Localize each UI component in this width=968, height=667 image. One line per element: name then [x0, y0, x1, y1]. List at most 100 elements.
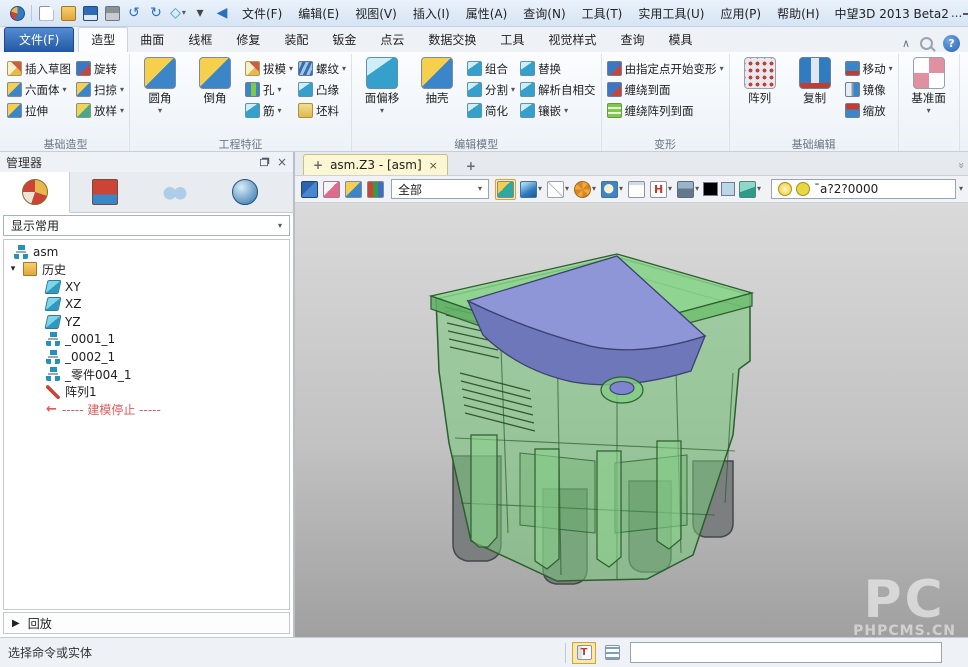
ribbon-tab[interactable]: 钣金	[320, 28, 368, 52]
tree-filter-dropdown[interactable]: 显示常用 ▾	[3, 215, 290, 236]
tree-item[interactable]: asm	[4, 243, 289, 261]
toolbar-overflow-button[interactable]: ...	[951, 4, 962, 22]
ribbon-button-divide[interactable]: 分割▾	[467, 81, 515, 98]
ribbon-button-loft[interactable]: 放样▾	[76, 102, 124, 119]
manager-tab-view-manager[interactable]	[210, 172, 280, 212]
color-black[interactable]	[703, 182, 717, 196]
color-light-blue[interactable]	[721, 182, 735, 196]
ribbon-button-simplify[interactable]: 简化	[467, 102, 515, 119]
new-doc-button[interactable]	[35, 2, 57, 24]
ribbon-button-morph-from-point[interactable]: 由指定点开始变形▾	[607, 60, 724, 77]
manager-tab-assembly-manager[interactable]	[70, 172, 140, 212]
tree-item[interactable]: XY	[4, 278, 289, 296]
tabbar-overflow-icon[interactable]: »	[955, 162, 968, 175]
menu-item[interactable]: 插入(I)	[405, 5, 458, 22]
ribbon-collapse-icon[interactable]: ∧	[902, 37, 910, 50]
tree-item[interactable]: ▾历史	[4, 261, 289, 279]
layer-bar[interactable]: ¯a?2?0000	[771, 179, 956, 199]
column-filter-button[interactable]: T	[572, 642, 596, 664]
ribbon-tab[interactable]: 查询	[608, 28, 656, 52]
tree-item[interactable]: _零件004_1	[4, 366, 289, 384]
ribbon-button-revolve[interactable]: 旋转	[76, 60, 124, 77]
ribbon-tab[interactable]: 工具	[488, 28, 536, 52]
menu-item[interactable]: 帮助(H)	[769, 5, 827, 22]
ribbon-button-extrude[interactable]: 拉伸	[7, 102, 71, 119]
ribbon-button-sweep[interactable]: 扫掠▾	[76, 81, 124, 98]
ribbon-button-chamfer[interactable]: 倒角	[190, 55, 240, 106]
ribbon-tab[interactable]: 点云	[368, 28, 416, 52]
manager-tab-visibility-manager[interactable]	[140, 172, 210, 212]
ribbon-tab[interactable]: 修复	[224, 28, 272, 52]
ribbon-button-rib[interactable]: 筋▾	[245, 102, 293, 119]
customize-toolbar-button[interactable]: ▾	[189, 2, 211, 24]
pick-target-button[interactable]	[344, 180, 363, 199]
eraser-button[interactable]	[322, 180, 341, 199]
ribbon-tab[interactable]: 视觉样式	[536, 28, 608, 52]
ribbon-button-fillet[interactable]: 圆角▾	[135, 55, 185, 115]
ribbon-button-copy[interactable]: 复制	[790, 55, 840, 106]
new-tab-button[interactable]: +	[460, 157, 482, 175]
viewport-3d[interactable]: PC PHPCMS.CN	[295, 203, 968, 637]
ribbon-button-insert-sketch[interactable]: 插入草图	[7, 60, 71, 77]
menu-item[interactable]: 编辑(E)	[290, 5, 347, 22]
ribbon-button-box[interactable]: 六面体▾	[7, 81, 71, 98]
ribbon-button-wrap-pattern-to-face[interactable]: 缠绕阵列到面	[607, 102, 724, 119]
surface-display-button[interactable]: ▾	[738, 180, 762, 199]
ribbon-button-thread[interactable]: 螺纹▾	[298, 60, 346, 77]
ribbon-button-hole[interactable]: 孔▾	[245, 81, 293, 98]
ribbon-button-pattern[interactable]: 阵列	[735, 55, 785, 106]
align-constraint-button[interactable]: H▾	[649, 180, 673, 199]
minimize-button[interactable]	[963, 4, 968, 22]
scene-background-button[interactable]: ▾	[676, 180, 700, 199]
manager-tab-history-manager[interactable]	[0, 172, 70, 213]
ribbon-button-draft[interactable]: 拔模▾	[245, 60, 293, 77]
menu-item[interactable]: 属性(A)	[458, 5, 516, 22]
command-list-button[interactable]	[600, 642, 624, 664]
redo-button[interactable]: ↻	[145, 2, 167, 24]
app-logo-button[interactable]	[6, 2, 28, 24]
manager-float-button[interactable]	[260, 158, 268, 165]
undo-button[interactable]: ↺	[123, 2, 145, 24]
menu-item[interactable]: 视图(V)	[347, 5, 405, 22]
ribbon-button-scale[interactable]: 缩放	[845, 102, 893, 119]
tree-item[interactable]: _0002_1	[4, 348, 289, 366]
ribbon-button-shell[interactable]: 抽壳	[412, 55, 462, 106]
tree-item[interactable]: YZ	[4, 313, 289, 331]
replay-section[interactable]: ▶ 回放	[3, 612, 290, 634]
ribbon-tab[interactable]: 线框	[176, 28, 224, 52]
document-tab[interactable]: + asm.Z3 - [asm] ×	[303, 154, 448, 175]
search-icon[interactable]	[920, 37, 933, 50]
zoom-all-button[interactable]: ▾	[600, 180, 624, 199]
open-file-button[interactable]	[57, 2, 79, 24]
command-input[interactable]	[630, 642, 942, 663]
ribbon-button-datum-plane[interactable]: 基准面▾	[904, 55, 954, 115]
menu-item[interactable]: 实用工具(U)	[630, 5, 712, 22]
tree-item[interactable]: _0001_1	[4, 331, 289, 349]
menu-item[interactable]: 查询(N)	[515, 5, 573, 22]
ribbon-button-mirror[interactable]: 镜像	[845, 81, 893, 98]
shaded-display-button[interactable]: ▾	[519, 180, 543, 199]
wireframe-display-button[interactable]: ▾	[546, 180, 570, 199]
tree-item[interactable]: ←----- 建模停止 -----	[4, 401, 289, 419]
expander-icon[interactable]: ▾	[8, 264, 18, 274]
toolbar-overflow-icon[interactable]: ▾	[959, 185, 963, 193]
tree-item[interactable]: 阵列1	[4, 383, 289, 401]
align-plane-button[interactable]	[495, 179, 516, 200]
save-button[interactable]	[79, 2, 101, 24]
menu-item[interactable]: 应用(P)	[713, 5, 770, 22]
exit-pick-button[interactable]	[300, 180, 319, 199]
ribbon-tab[interactable]: 数据交换	[416, 28, 488, 52]
ribbon-button-inlay[interactable]: 镶嵌▾	[520, 102, 596, 119]
ribbon-button-resolve-self-intersection[interactable]: 解析自相交	[520, 81, 596, 98]
ribbon-button-face-offset[interactable]: 面偏移▾	[357, 55, 407, 115]
menu-item[interactable]: 文件(F)	[234, 5, 290, 22]
ribbon-button-combine[interactable]: 组合	[467, 60, 515, 77]
regen-button[interactable]: ◇▾	[167, 2, 189, 24]
print-button[interactable]	[101, 2, 123, 24]
tab-close-icon[interactable]: ×	[429, 159, 438, 172]
pick-filter-button[interactable]	[366, 180, 385, 199]
tree-item[interactable]: XZ	[4, 296, 289, 314]
zoom-window-button[interactable]	[627, 180, 646, 199]
ribbon-button-stock[interactable]: 坯料	[298, 102, 346, 119]
ribbon-button-move[interactable]: 移动▾	[845, 60, 893, 77]
